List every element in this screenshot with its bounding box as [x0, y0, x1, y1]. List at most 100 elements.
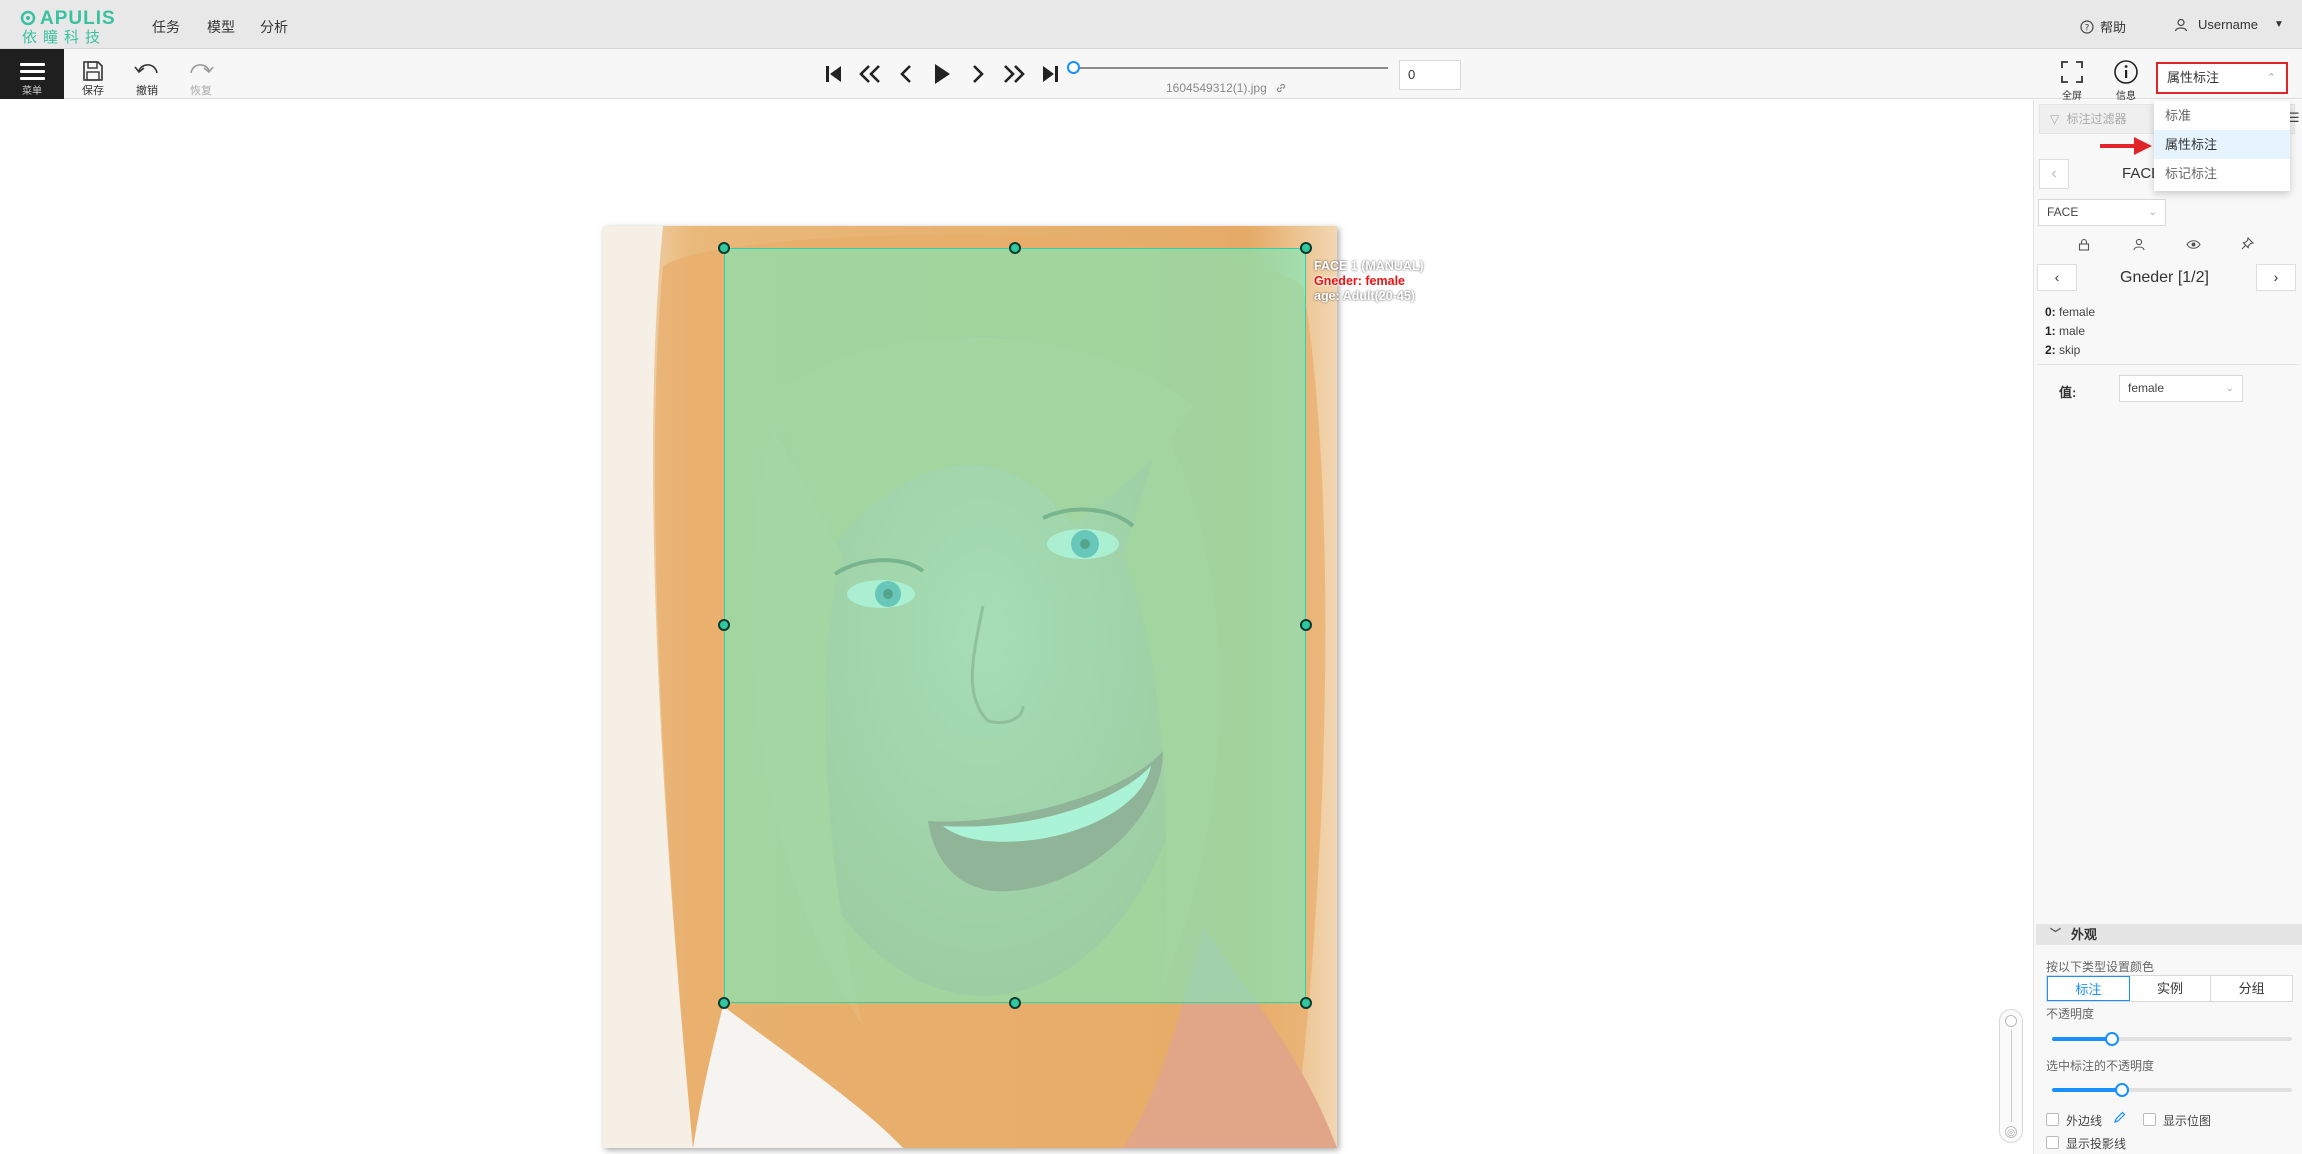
attribute-option-0[interactable]: 0: female [2045, 305, 2095, 319]
next-frame-button[interactable] [960, 59, 996, 89]
info-button[interactable]: 信息 [2106, 60, 2146, 102]
player-controls [816, 59, 1068, 89]
help-icon: ? [2080, 19, 2094, 34]
bbox-handle-bottom-right[interactable] [1300, 997, 1312, 1009]
show-bitmap-checkbox[interactable] [2143, 1113, 2156, 1126]
top-nav-bar: APULIS 依瞳科技 任务 模型 分析 ? 帮助 Username ▼ [0, 0, 2302, 49]
logo-sub-text: 依瞳科技 [22, 29, 107, 46]
apulis-logo[interactable]: APULIS 依瞳科技 [18, 8, 123, 46]
attribute-value-select[interactable]: female ⌄ [2119, 375, 2243, 402]
option-key: 1: [2045, 324, 2056, 338]
option-text: skip [2059, 343, 2081, 357]
appearance-section-header[interactable]: ﹀ 外观 [2036, 924, 2302, 945]
face-bounding-box[interactable] [724, 248, 1306, 1003]
color-by-label-option[interactable]: 标注 [2047, 976, 2130, 1001]
chevron-up-icon: ⌃ [2266, 72, 2276, 84]
last-frame-button[interactable] [1032, 59, 1068, 89]
bbox-handle-middle-left[interactable] [718, 619, 730, 631]
annotation-mode-select[interactable]: 属性标注 ⌃ [2156, 62, 2288, 94]
menu-label: 菜单 [22, 86, 42, 97]
lock-icon[interactable] [2078, 238, 2090, 251]
redo-button[interactable]: 恢复 [176, 49, 226, 99]
previous-frame-button[interactable] [888, 59, 924, 89]
bbox-handle-top-left[interactable] [718, 242, 730, 254]
annotation-toolbar: 菜单 保存 撤销 恢复 [0, 49, 2302, 99]
outline-checkbox[interactable] [2046, 1113, 2059, 1126]
person-icon[interactable] [2133, 238, 2145, 251]
fullscreen-button[interactable]: 全屏 [2052, 60, 2092, 102]
bbox-handle-top-middle[interactable] [1009, 242, 1021, 254]
annotation-mode-dropdown: 标准 属性标注 标记标注 [2154, 101, 2290, 191]
undo-button[interactable]: 撤销 [122, 49, 172, 99]
attribute-title: Gneder [1/2] [2120, 269, 2209, 286]
color-by-group-option[interactable]: 分组 [2211, 976, 2292, 1001]
mode-option-tag[interactable]: 标记标注 [2154, 159, 2290, 188]
undo-label: 撤销 [136, 85, 158, 97]
frame-slider-handle[interactable] [1067, 61, 1080, 74]
zoom-slider-track [2011, 1030, 2012, 1122]
previous-attribute-button[interactable]: ‹ [2037, 264, 2077, 291]
mode-selected-value: 属性标注 [2167, 70, 2220, 85]
pencil-icon[interactable] [2113, 1111, 2126, 1124]
username-label: Username [2198, 17, 2258, 32]
label-select[interactable]: FACE ⌄ [2038, 199, 2166, 226]
save-button[interactable]: 保存 [68, 49, 118, 99]
attribute-divider [2038, 364, 2298, 365]
bbox-handle-middle-right[interactable] [1300, 619, 1312, 631]
fast-forward-button[interactable] [996, 59, 1032, 89]
mode-option-standard[interactable]: 标准 [2154, 101, 2290, 130]
user-icon [2174, 18, 2188, 31]
opacity-slider-fill [2052, 1037, 2112, 1041]
selected-opacity-slider-fill [2052, 1088, 2122, 1092]
selected-opacity-label: 选中标注的不透明度 [2046, 1059, 2155, 1073]
filter-placeholder: 标注过滤器 [2066, 112, 2127, 126]
show-projections-checkbox[interactable] [2046, 1136, 2059, 1149]
frame-slider-track[interactable] [1074, 67, 1388, 69]
previous-object-button[interactable]: ‹ [2039, 159, 2069, 189]
zoom-reset-icon[interactable]: ◎ [2005, 1126, 2017, 1138]
value-label: 值: [2059, 385, 2077, 400]
bbox-handle-bottom-middle[interactable] [1009, 997, 1021, 1009]
play-button[interactable] [924, 59, 960, 89]
color-by-label: 按以下类型设置颜色 [2046, 960, 2155, 974]
next-attribute-button[interactable]: › [2256, 264, 2296, 291]
option-text: male [2059, 324, 2086, 338]
zoom-slider[interactable]: ◎ [1999, 1009, 2023, 1143]
pin-icon[interactable] [2241, 237, 2254, 250]
label-select-value: FACE [2047, 205, 2079, 219]
first-frame-button[interactable] [816, 59, 852, 89]
color-by-instance-option[interactable]: 实例 [2130, 976, 2212, 1001]
show-bitmap-label: 显示位图 [2163, 1114, 2212, 1128]
info-icon [2114, 60, 2138, 84]
fast-backward-button[interactable] [852, 59, 888, 89]
eye-icon[interactable] [2186, 239, 2201, 250]
nav-item-models[interactable]: 模型 [207, 17, 235, 37]
option-key: 0: [2045, 305, 2056, 319]
mode-option-attribute[interactable]: 属性标注 [2154, 130, 2290, 159]
selected-opacity-slider-handle[interactable] [2115, 1083, 2129, 1097]
attribute-option-2[interactable]: 2: skip [2045, 343, 2080, 357]
nav-item-tasks[interactable]: 任务 [152, 17, 180, 37]
save-label: 保存 [82, 85, 104, 97]
bbox-handle-top-right[interactable] [1300, 242, 1312, 254]
attribute-option-1[interactable]: 1: male [2045, 324, 2085, 338]
save-icon [83, 61, 103, 81]
fullscreen-icon [2061, 61, 2083, 83]
frame-number-input[interactable]: 0 [1399, 60, 1461, 90]
double-chevron-right-icon [1004, 65, 1025, 83]
caret-down-icon: ▼ [2273, 19, 2284, 30]
chevron-down-icon: ⌄ [2225, 383, 2234, 394]
chevron-left-icon: ‹ [2051, 165, 2057, 182]
outline-label: 外边线 [2066, 1114, 2103, 1128]
svg-text:?: ? [2085, 23, 2090, 33]
user-menu[interactable]: Username ▼ [2174, 17, 2284, 32]
chevron-down-icon: ⌄ [2148, 207, 2157, 218]
opacity-slider-handle[interactable] [2105, 1032, 2119, 1046]
menu-button[interactable]: 菜单 [0, 49, 64, 99]
redo-label: 恢复 [190, 85, 212, 97]
help-link[interactable]: ? 帮助 [2080, 17, 2126, 36]
zoom-slider-handle[interactable] [2005, 1015, 2017, 1027]
nav-item-analysis[interactable]: 分析 [260, 17, 288, 37]
bbox-handle-bottom-left[interactable] [718, 997, 730, 1009]
link-icon[interactable] [1275, 82, 1287, 94]
